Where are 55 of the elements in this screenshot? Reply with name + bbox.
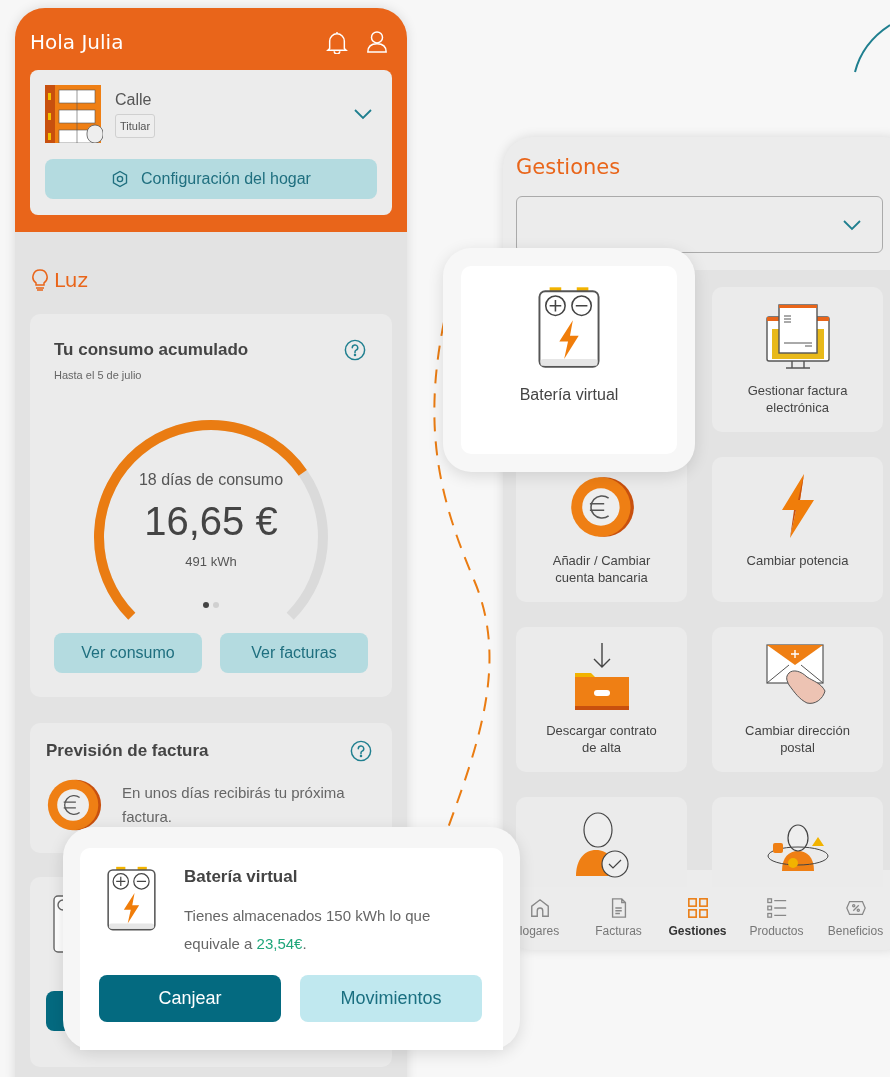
monitor-document-icon: [764, 303, 831, 371]
greeting-title: Hola Julia: [30, 29, 124, 56]
service-tile[interactable]: Gestionar factura electrónica: [712, 287, 883, 432]
nav-tab[interactable]: Gestiones: [658, 897, 737, 950]
euro-coin-icon: [568, 474, 635, 540]
user-icon[interactable]: [366, 30, 388, 54]
card-title: Tu consumo acumulado: [54, 339, 249, 362]
energy-value: 491 kWh: [185, 554, 237, 570]
card-title: Batería virtual: [184, 866, 299, 888]
amount-value: 16,65 €: [144, 498, 278, 544]
nav-tab[interactable]: Productos: [737, 897, 816, 950]
service-tile[interactable]: Cambiar dirección postal: [712, 627, 883, 772]
building-icon: [45, 85, 103, 143]
section-title: Luz: [54, 268, 88, 292]
nav-tab[interactable]: Beneficios: [816, 897, 890, 950]
list-icon: [765, 897, 788, 919]
grid-icon: [686, 897, 709, 919]
light-bulb-icon: [32, 269, 48, 291]
nav-tab[interactable]: logares: [503, 897, 579, 950]
battery-tile[interactable]: Batería virtual: [461, 266, 677, 454]
person-check-icon: [573, 812, 630, 880]
help-icon[interactable]: [344, 339, 366, 361]
home-icon: [528, 897, 551, 919]
address-label: Calle: [115, 90, 152, 110]
nav-tab[interactable]: Facturas: [579, 897, 658, 950]
view-button[interactable]: Ver facturas: [220, 633, 368, 673]
person-orbit-icon: [765, 823, 830, 873]
tile-label: Cambiar dirección postal: [744, 722, 851, 756]
forecast-text: En unos días recibirás tu próxima factura.: [122, 783, 346, 827]
battery-action-button[interactable]: Canjear: [99, 975, 281, 1022]
battery-text: Tienes almacenados 150 kWh lo que equivale a 23,54€.: [184, 906, 432, 954]
role-tag: Titular: [115, 114, 156, 138]
card-title: Previsión de factura: [46, 740, 209, 763]
battery-action-button[interactable]: Movimientos: [300, 975, 482, 1022]
tile-label: Batería virtual: [519, 385, 619, 405]
tile-label: Cambiar potencia: [745, 552, 850, 569]
view-button[interactable]: Ver consumo: [54, 633, 202, 673]
chevron-down-icon[interactable]: [353, 108, 373, 120]
date-subtitle: Hasta el 5 de julio: [54, 368, 143, 382]
tile-label: Gestionar factura electrónica: [746, 382, 849, 416]
service-tile[interactable]: Descargar contrato de alta: [516, 627, 687, 772]
curve-line: [854, 24, 890, 73]
folder-download-icon: [573, 643, 630, 711]
settings-icon: [111, 170, 130, 188]
tile-label: Añadir / Cambiar cuenta bancaria: [551, 552, 652, 586]
page-title: Gestiones: [516, 154, 622, 181]
chevron-down-icon[interactable]: [842, 218, 862, 231]
days-label: 18 días de consumo: [138, 470, 284, 490]
bell-icon[interactable]: [326, 30, 348, 54]
home-settings-button[interactable]: Configuración del hogar: [45, 159, 377, 199]
battery-icon: [538, 287, 600, 369]
help-icon[interactable]: [350, 740, 372, 762]
tile-label: Descargar contrato de alta: [545, 722, 658, 756]
battery-icon: [107, 866, 156, 932]
service-tile[interactable]: Cambiar potencia: [712, 457, 883, 602]
